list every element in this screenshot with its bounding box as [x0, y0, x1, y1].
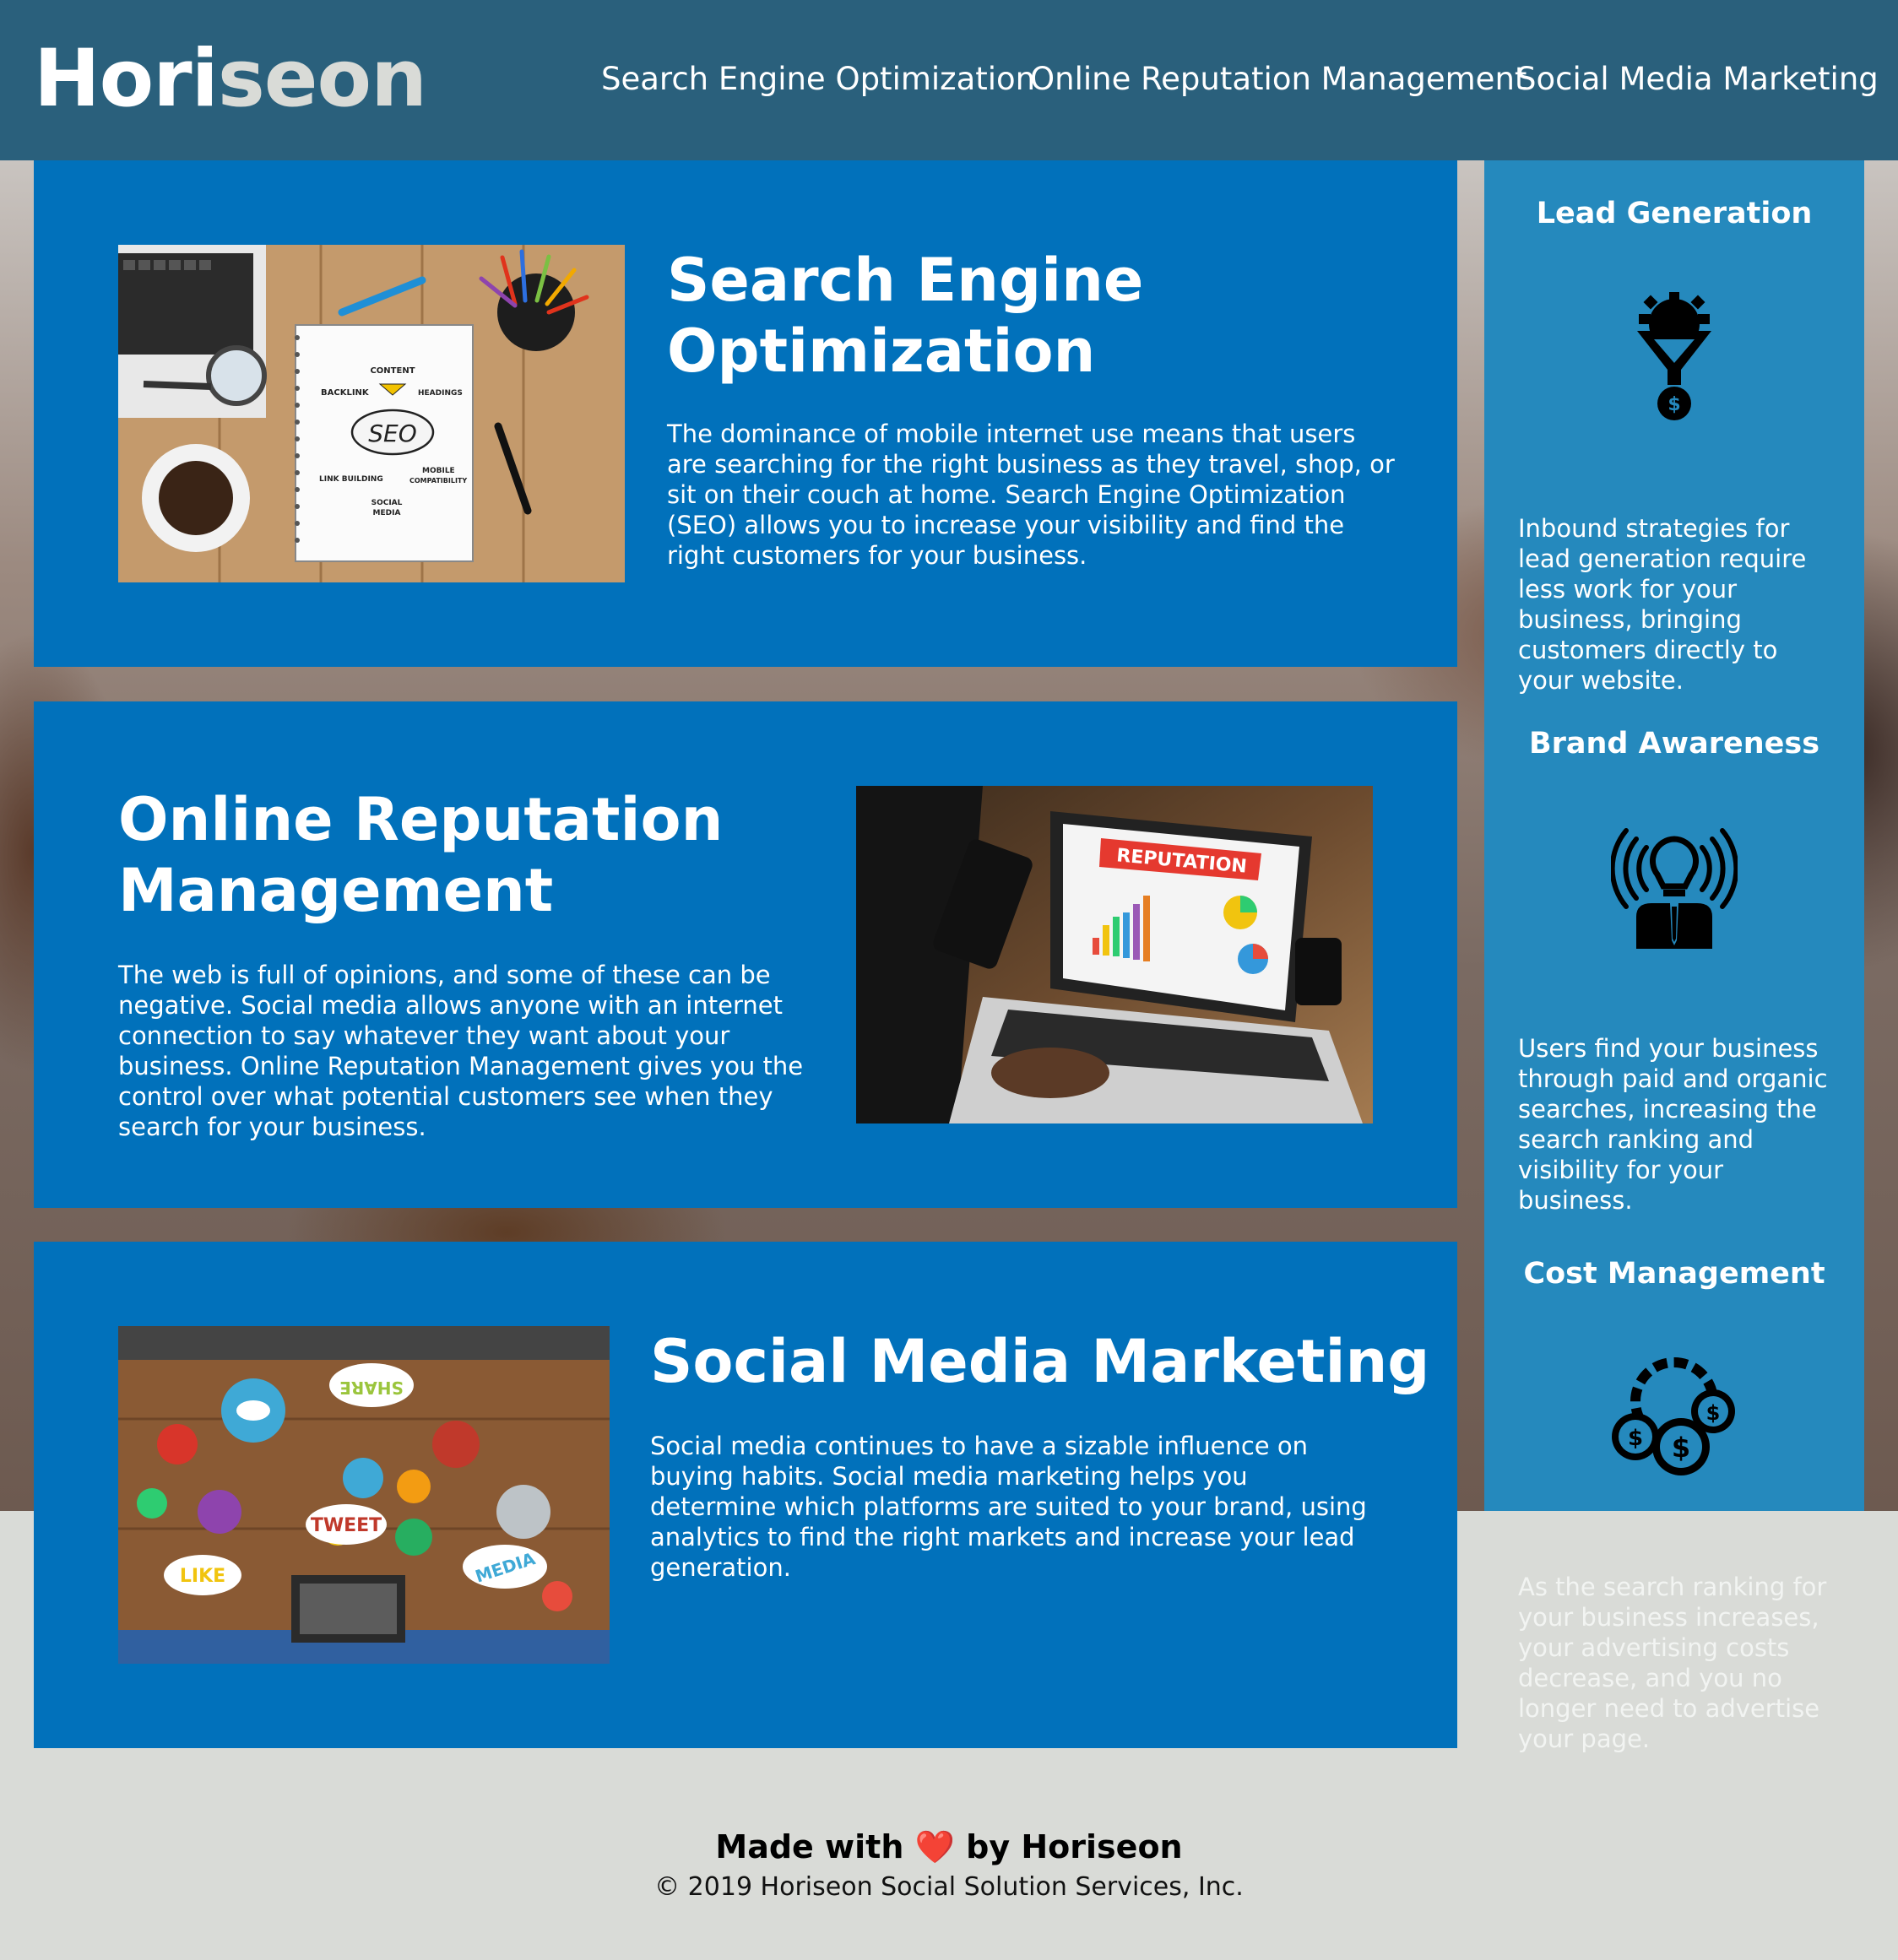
benefit-lead-generation: Lead Generation $ Inbound strategies for… [1484, 194, 1864, 696]
seo-title: Search Engine Optimization [667, 246, 1144, 386]
site-footer: Made with ❤️ by Horiseon © 2019 Horiseon… [0, 1823, 1898, 1904]
social-image-label-like: LIKE [180, 1566, 225, 1587]
benefit-brand-text: Users find your business through paid an… [1518, 1034, 1828, 1215]
benefit-lead-text: Inbound strategies for lead generation r… [1518, 514, 1807, 695]
svg-text:$: $ [1628, 1426, 1643, 1451]
main-nav: Search Engine Optimization Online Reputa… [0, 56, 1898, 106]
social-media-image: SHARE TWEET LIKE MEDIA [118, 1326, 610, 1664]
benefits-sidebar: Lead Generation $ Inbound strategies for… [1484, 160, 1864, 1753]
benefit-cost-management: Cost Management $ $ $ As the search rank… [1484, 1254, 1864, 1753]
social-media-text: Social media continues to have a sizable… [650, 1432, 1367, 1582]
reputation-text: The web is full of opinions, and some of… [118, 961, 804, 1141]
benefit-cost-title: Cost Management [1523, 1257, 1825, 1291]
seo-image-label-media: MEDIA [373, 509, 401, 517]
benefit-brand-title: Brand Awareness [1528, 727, 1820, 761]
heart-icon: ❤️ [914, 1828, 955, 1865]
reputation-title: Online Reputation Management [118, 785, 724, 925]
social-media-title: Social Media Marketing [650, 1327, 1430, 1396]
svg-text:$: $ [1668, 394, 1680, 415]
seo-image-label-mobile: MOBILE [422, 467, 455, 475]
reputation-section: Online Reputation Management The web is … [34, 701, 1457, 1208]
footer-made-suffix: by Horiseon [954, 1828, 1183, 1865]
footer-made-with: Made with ❤️ by Horiseon [0, 1823, 1898, 1871]
social-media-section: SHARE TWEET LIKE MEDIA Social Media Mark… [34, 1242, 1457, 1748]
seo-image-label-social: SOCIAL [371, 499, 403, 507]
seo-image-label-link-building: LINK BUILDING [319, 475, 383, 484]
seo-text: The dominance of mobile internet use mea… [667, 420, 1395, 570]
cost-management-icon: $ $ $ [1612, 1357, 1735, 1475]
social-image-label-tweet: TWEET [311, 1515, 382, 1536]
seo-image-label-seo: SEO [368, 420, 417, 447]
seo-image-label-compatibility: COMPATIBILITY [409, 477, 467, 485]
nav-link-social-media[interactable]: Social Media Marketing [1516, 56, 1879, 103]
site-header: Horiseon Search Engine Optimization Onli… [0, 0, 1898, 160]
benefit-cost-text: As the search ranking for your business … [1518, 1573, 1827, 1753]
footer-made-prefix: Made with [715, 1828, 915, 1865]
reputation-image: REPUTATION [856, 786, 1373, 1123]
seo-section: SEO CONTENT BACKLINK HEADINGS LINK BUILD… [34, 160, 1457, 667]
svg-text:$: $ [1706, 1401, 1721, 1425]
social-image-label-share: SHARE [339, 1378, 404, 1398]
benefit-brand-awareness: Brand Awareness Users find your business… [1484, 724, 1864, 1216]
seo-image: SEO CONTENT BACKLINK HEADINGS LINK BUILD… [118, 245, 625, 582]
lead-generation-icon: $ [1637, 292, 1711, 420]
seo-image-label-headings: HEADINGS [418, 389, 463, 398]
seo-image-label-content: CONTENT [370, 366, 415, 376]
brand-awareness-icon [1611, 828, 1738, 949]
seo-image-label-backlink: BACKLINK [321, 388, 370, 398]
footer-copyright: © 2019 Horiseon Social Solution Services… [654, 1872, 1244, 1902]
nav-link-reputation[interactable]: Online Reputation Management [1030, 56, 1527, 103]
svg-text:$: $ [1672, 1432, 1690, 1464]
benefit-lead-title: Lead Generation [1536, 197, 1813, 230]
nav-link-seo[interactable]: Search Engine Optimization [601, 56, 1035, 103]
